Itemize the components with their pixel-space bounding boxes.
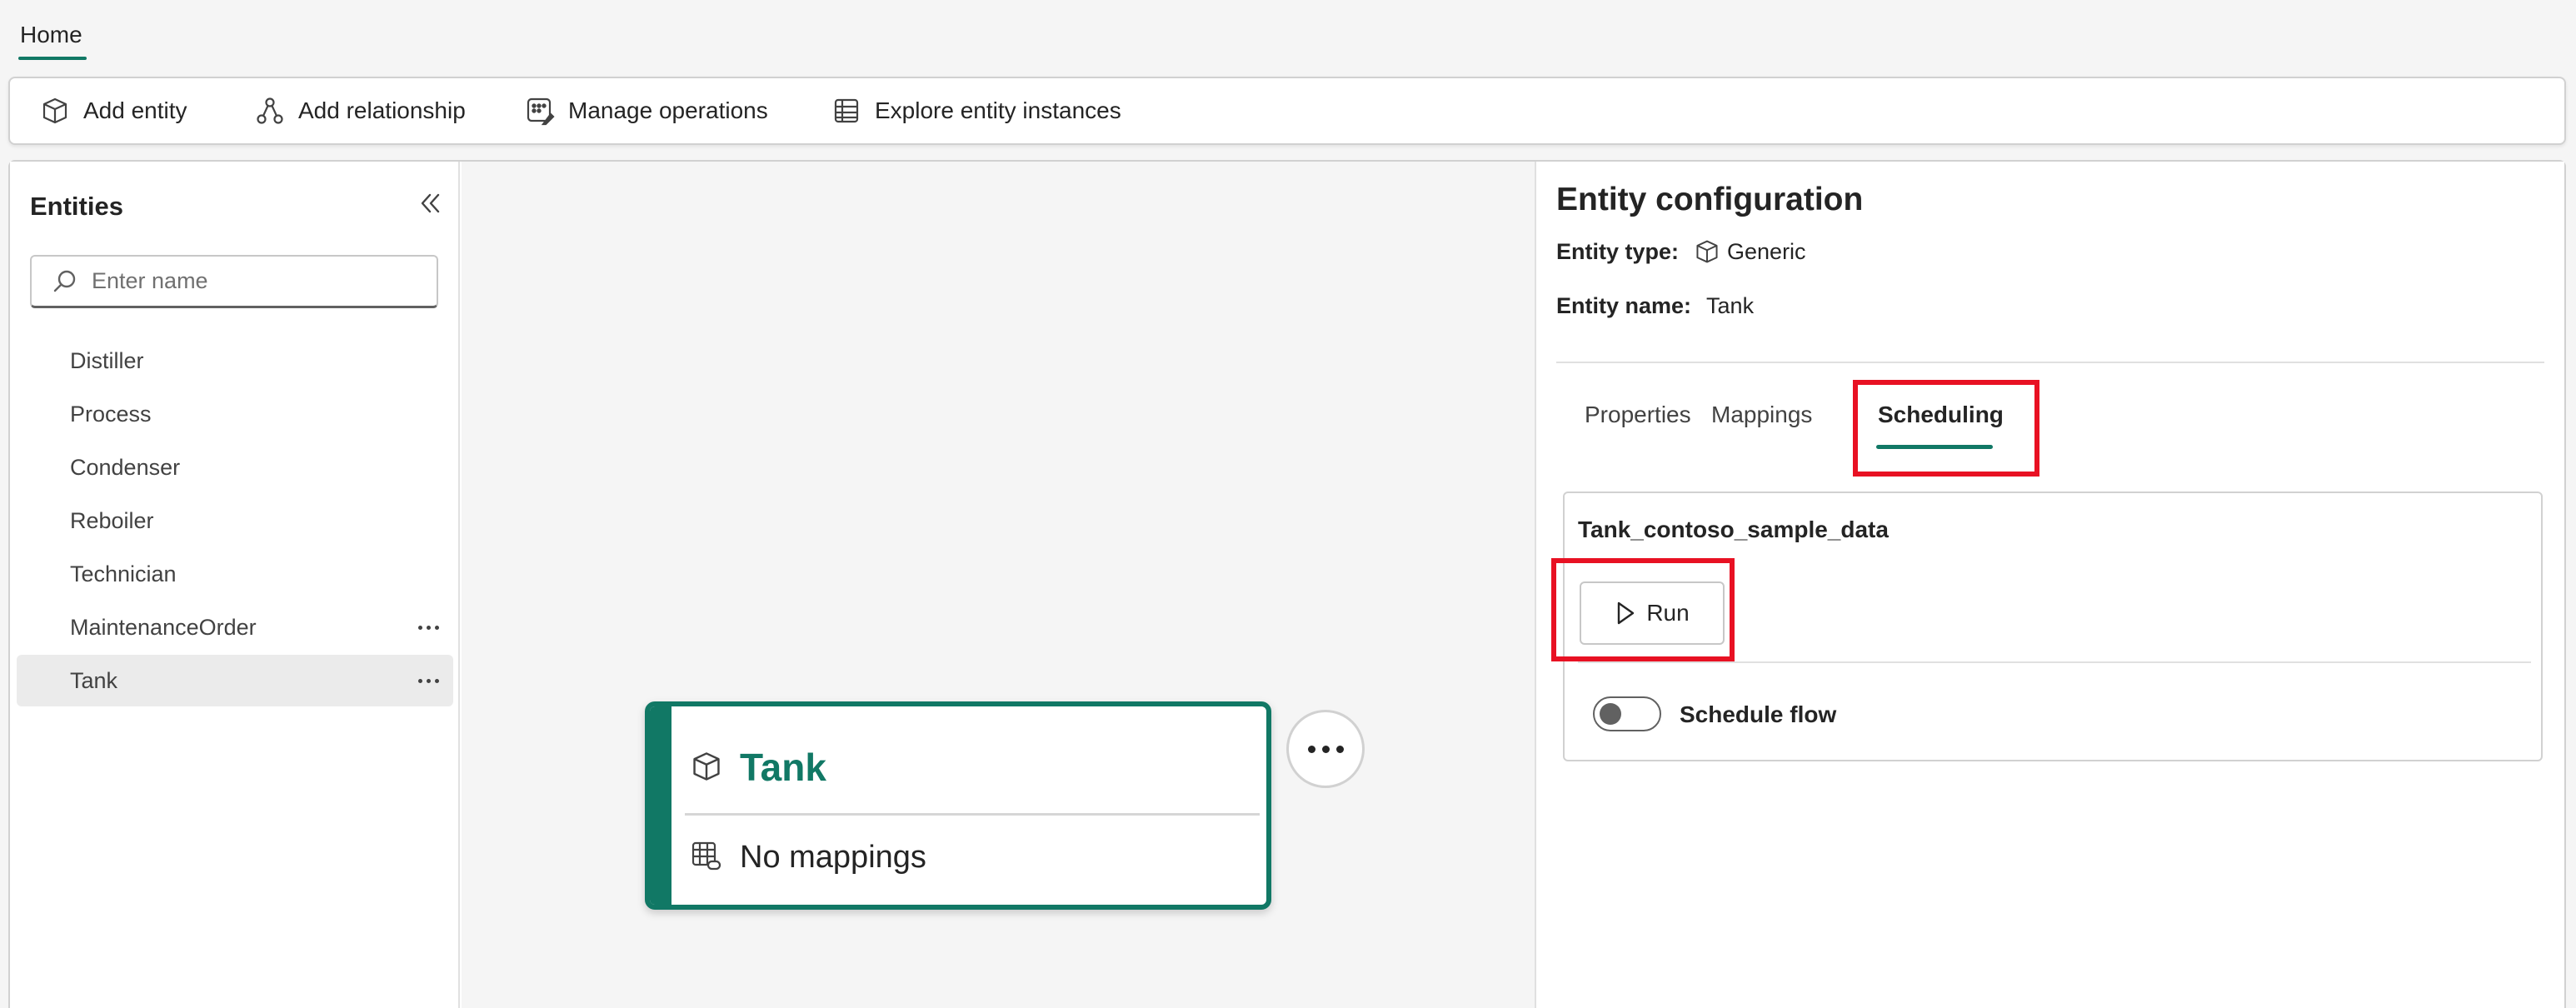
entity-item-label: MaintenanceOrder — [70, 614, 257, 640]
node-mappings-text: No mappings — [740, 840, 926, 875]
explore-entity-instances-button[interactable]: Explore entity instances — [831, 78, 1121, 143]
entity-type-label: Entity type: — [1556, 238, 1680, 264]
add-entity-label: Add entity — [83, 97, 187, 123]
schedule-source-name: Tank_contoso_sample_data — [1578, 516, 1889, 542]
entity-item-tank[interactable]: Tank — [17, 655, 453, 706]
toggle-knob — [1600, 703, 1621, 725]
panel-title: Entity configuration — [1556, 182, 1864, 217]
node-accent-bar — [650, 706, 671, 905]
sidebar-title: Entities — [30, 192, 123, 221]
relationship-icon — [257, 97, 283, 124]
main-area: Entities Distiller Process Condenser Reb… — [8, 160, 2566, 1008]
panel-divider — [1556, 362, 2544, 363]
entity-item-distiller[interactable]: Distiller — [17, 335, 453, 387]
entity-item-technician[interactable]: Technician — [17, 548, 453, 600]
entity-search-box[interactable] — [30, 255, 438, 308]
operations-icon — [527, 97, 555, 126]
tab-mappings[interactable]: Mappings — [1711, 402, 1812, 428]
entity-item-label: Condenser — [70, 454, 181, 480]
entity-canvas[interactable]: Tank No mappings — [462, 162, 1535, 1008]
add-relationship-label: Add relationship — [298, 97, 466, 123]
search-icon — [53, 270, 76, 292]
entity-node-tank[interactable]: Tank No mappings — [645, 701, 1271, 910]
cube-icon — [693, 752, 720, 781]
more-options-icon[interactable] — [415, 614, 442, 641]
manage-operations-label: Manage operations — [568, 97, 768, 123]
entity-type-value: Generic — [1727, 238, 1806, 264]
node-title: Tank — [740, 746, 826, 789]
entity-item-label: Distiller — [70, 347, 144, 373]
add-relationship-button[interactable]: Add relationship — [255, 78, 466, 143]
entity-item-maintenanceorder[interactable]: MaintenanceOrder — [17, 601, 453, 653]
collapse-panel-icon[interactable] — [413, 187, 447, 220]
node-more-button[interactable] — [1286, 710, 1365, 788]
entity-item-label: Technician — [70, 561, 177, 586]
tab-home[interactable]: Home — [20, 22, 82, 48]
entity-item-condenser[interactable]: Condenser — [17, 442, 453, 493]
entity-name-value: Tank — [1706, 293, 1755, 318]
tab-home-indicator — [18, 57, 87, 60]
table-link-icon — [691, 841, 721, 871]
highlight-run-button — [1551, 558, 1735, 661]
cube-icon — [1696, 240, 1718, 263]
add-entity-button[interactable]: Add entity — [40, 78, 187, 143]
entity-item-label: Tank — [70, 667, 118, 693]
manage-operations-button[interactable]: Manage operations — [525, 78, 768, 143]
cube-icon — [42, 97, 67, 124]
explore-entity-instances-label: Explore entity instances — [875, 97, 1121, 123]
tab-properties[interactable]: Properties — [1585, 402, 1691, 428]
highlight-scheduling-tab — [1853, 380, 2039, 477]
entity-item-process[interactable]: Process — [17, 388, 453, 440]
schedule-flow-toggle[interactable] — [1593, 696, 1661, 731]
entity-type-row: Entity type: Generic — [1556, 238, 1806, 265]
schedule-divider — [1578, 661, 2531, 663]
entity-item-label: Reboiler — [70, 507, 154, 533]
node-divider — [685, 813, 1260, 816]
entity-name-row: Entity name: Tank — [1556, 293, 1754, 319]
schedule-flow-label: Schedule flow — [1680, 701, 1837, 727]
toolbar: Add entity Add relationship Manage opera… — [8, 77, 2566, 145]
entity-configuration-panel: Entity configuration Entity type: Generi… — [1535, 162, 2564, 1008]
entities-sidebar: Entities Distiller Process Condenser Reb… — [10, 162, 460, 1008]
more-options-icon[interactable] — [415, 667, 442, 694]
table-icon — [834, 98, 859, 123]
entity-item-label: Process — [70, 401, 152, 427]
entity-search-input[interactable] — [92, 268, 425, 294]
entity-name-label: Entity name: — [1556, 293, 1692, 318]
entity-item-reboiler[interactable]: Reboiler — [17, 495, 453, 546]
